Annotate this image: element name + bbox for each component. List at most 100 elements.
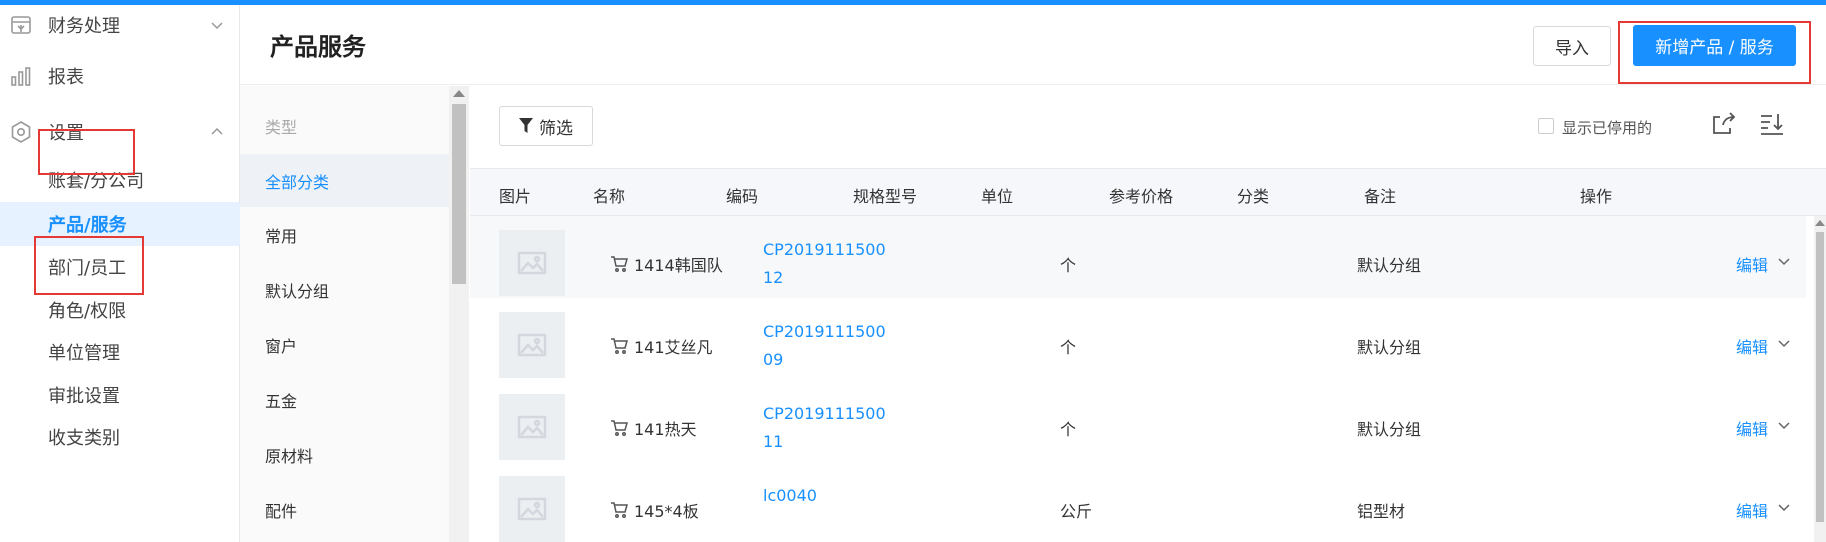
chevron-down-icon[interactable] [1777, 500, 1791, 514]
finance-icon [11, 16, 31, 34]
product-unit: 个 [1060, 256, 1077, 275]
table-row[interactable]: 145*4板 lc0040 公斤 铝型材 编辑 [470, 462, 1806, 542]
table-row[interactable]: 141热天 CP201911150011 个 默认分组 编辑 [470, 380, 1806, 475]
chevron-down-icon[interactable] [1777, 336, 1791, 350]
sidebar-group-label: 报表 [48, 67, 84, 88]
category-item[interactable]: 五金 [240, 373, 450, 426]
scroll-up-arrow-icon[interactable] [453, 90, 465, 97]
category-heading: 类型 [265, 118, 298, 137]
export-icon[interactable] [1710, 110, 1738, 138]
product-image-placeholder [499, 230, 565, 296]
product-unit: 公斤 [1060, 502, 1093, 521]
edit-link[interactable]: 编辑 [1736, 252, 1768, 276]
sidebar-item-approval[interactable]: 审批设置 [0, 373, 240, 417]
show-disabled-checkbox[interactable] [1538, 118, 1554, 134]
sidebar-group-finance[interactable]: 财务处理 [0, 5, 240, 45]
chevron-down-icon[interactable] [1777, 254, 1791, 268]
image-icon [517, 333, 547, 357]
sidebar-item-units[interactable]: 单位管理 [0, 330, 240, 374]
sidebar-item-label: 收支类别 [48, 428, 120, 449]
sidebar-item-label: 角色/权限 [48, 301, 127, 322]
category-item[interactable]: 全部分类 [240, 154, 450, 207]
column-header: 备注 [1364, 187, 1397, 206]
product-code-link[interactable]: CP201911150009 [763, 318, 887, 374]
bar-chart-icon [11, 67, 31, 86]
edit-link[interactable]: 编辑 [1736, 416, 1768, 440]
chevron-up-icon[interactable] [210, 125, 224, 139]
filter-icon [519, 118, 533, 133]
category-item-label: 原材料 [265, 446, 314, 466]
image-icon [517, 415, 547, 439]
chevron-down-icon[interactable] [210, 18, 224, 32]
product-image-placeholder [499, 394, 565, 460]
product-code-link[interactable]: CP201911150012 [763, 236, 887, 292]
sidebar-group-reports[interactable]: 报表 [0, 56, 240, 96]
edit-link[interactable]: 编辑 [1736, 498, 1768, 522]
table-body: 1414韩国队 CP201911150012 个 默认分组 编辑 141艾丝凡 … [470, 216, 1814, 542]
chevron-down-icon[interactable] [1777, 418, 1791, 432]
product-category: 默认分组 [1357, 338, 1422, 357]
scrollbar-thumb[interactable] [1816, 232, 1824, 522]
product-image-placeholder [499, 312, 565, 378]
category-scrollbar[interactable] [449, 86, 469, 542]
sidebar-item-label: 产品/服务 [48, 215, 127, 236]
column-header: 分类 [1237, 187, 1270, 206]
table-row[interactable]: 1414韩国队 CP201911150012 个 默认分组 编辑 [470, 216, 1806, 311]
product-name: 141艾丝凡 [610, 334, 713, 358]
sidebar-item-label: 审批设置 [48, 386, 120, 407]
product-name: 141热天 [610, 416, 697, 440]
page-header: 产品服务 导入 新增产品 / 服务 [240, 5, 1826, 85]
scrollbar-thumb[interactable] [452, 104, 466, 284]
category-item[interactable]: 默认分组 [240, 263, 450, 316]
sort-download-icon[interactable] [1758, 110, 1786, 138]
category-item[interactable]: 常用 [240, 208, 450, 261]
category-item-label: 窗户 [265, 336, 298, 356]
column-header: 图片 [499, 187, 532, 206]
table-scrollbar[interactable] [1814, 216, 1826, 542]
product-code-link[interactable]: lc0040 [763, 482, 887, 510]
image-icon [517, 251, 547, 275]
new-product-button[interactable]: 新增产品 / 服务 [1633, 25, 1796, 66]
cart-icon [611, 420, 628, 436]
import-button[interactable]: 导入 [1533, 26, 1611, 66]
image-icon [517, 497, 547, 521]
sidebar-item-income-categories[interactable]: 收支类别 [0, 415, 240, 459]
table-row[interactable]: 141艾丝凡 CP201911150009 个 默认分组 编辑 [470, 298, 1806, 393]
product-category: 默认分组 [1357, 420, 1422, 439]
product-category: 铝型材 [1357, 502, 1406, 521]
sidebar-group-label: 财务处理 [48, 16, 120, 37]
product-category: 默认分组 [1357, 256, 1422, 275]
category-item-label: 全部分类 [265, 172, 330, 192]
product-code-link[interactable]: CP201911150011 [763, 400, 887, 456]
category-item[interactable]: 配件 [240, 483, 450, 536]
product-name-text: 141艾丝凡 [634, 338, 713, 357]
cart-icon [611, 502, 628, 518]
cart-icon [611, 338, 628, 354]
column-header: 操作 [1580, 187, 1613, 206]
scroll-up-arrow-icon[interactable] [1815, 220, 1825, 226]
cart-icon [611, 256, 628, 272]
product-name: 145*4板 [610, 498, 699, 522]
product-unit: 个 [1060, 420, 1077, 439]
filter-button[interactable]: 筛选 [499, 106, 593, 146]
category-item[interactable]: 原材料 [240, 428, 450, 481]
product-unit: 个 [1060, 338, 1077, 357]
edit-link[interactable]: 编辑 [1736, 334, 1768, 358]
category-item-label: 默认分组 [265, 281, 330, 301]
annotation-box-products [34, 236, 144, 295]
table-header: 图片 名称 编码 规格型号 单位 参考价格 分类 备注 操作 [470, 168, 1826, 216]
sidebar-item-label: 单位管理 [48, 343, 120, 364]
page-title: 产品服务 [270, 33, 366, 61]
column-header: 参考价格 [1109, 187, 1174, 206]
category-item-label: 常用 [265, 226, 298, 246]
annotation-box-settings [38, 129, 135, 175]
category-item-label: 配件 [265, 501, 298, 521]
product-name: 1414韩国队 [610, 252, 723, 276]
category-item[interactable]: 窗户 [240, 318, 450, 371]
settings-gear-icon [11, 121, 31, 143]
category-panel: 类型 全部分类 常用 默认分组 窗户 五金 原材料 配件 [240, 86, 450, 542]
column-header: 规格型号 [853, 187, 918, 206]
column-header: 名称 [593, 187, 626, 206]
product-name-text: 141热天 [634, 420, 697, 439]
show-disabled-label: 显示已停用的 [1562, 119, 1653, 137]
